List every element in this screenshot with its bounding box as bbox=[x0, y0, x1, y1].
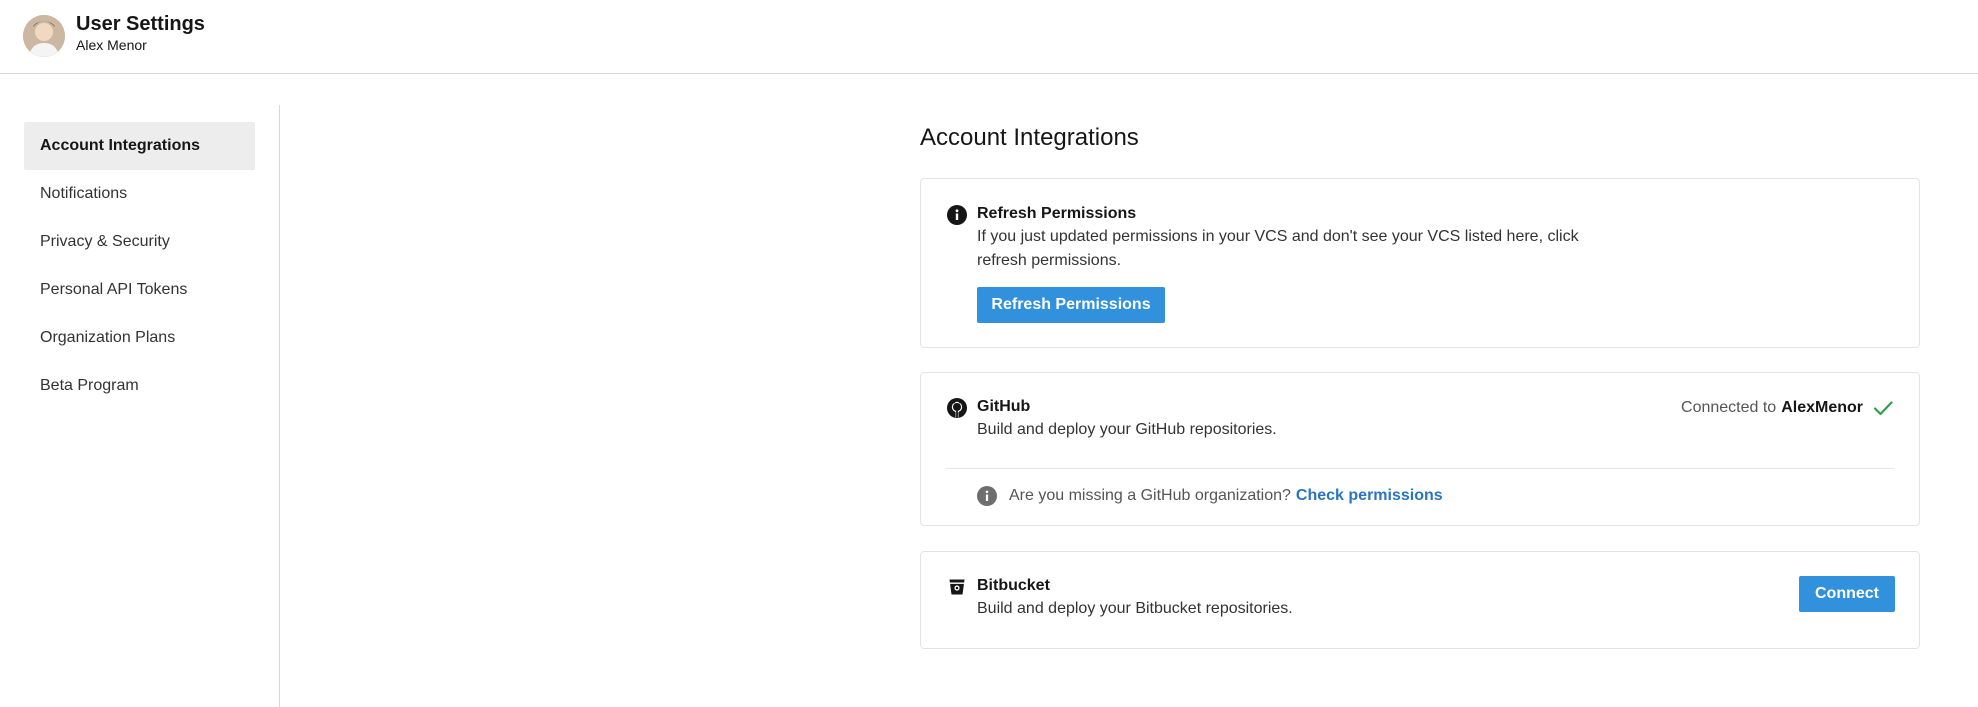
sidebar-item-organization-plans[interactable]: Organization Plans bbox=[24, 314, 255, 362]
refresh-permissions-button[interactable]: Refresh Permissions bbox=[977, 287, 1165, 323]
refresh-card-description: If you just updated permissions in your … bbox=[977, 228, 1579, 269]
username: Alex Menor bbox=[76, 37, 147, 53]
sidebar-item-notifications[interactable]: Notifications bbox=[24, 170, 255, 218]
info-icon bbox=[947, 205, 967, 225]
check-icon bbox=[1873, 398, 1893, 418]
page-title: User Settings bbox=[76, 13, 205, 35]
missing-org-row: Are you missing a GitHub organization? C… bbox=[977, 486, 1443, 506]
bitbucket-icon bbox=[947, 577, 967, 597]
missing-org-text: Are you missing a GitHub organization? bbox=[1009, 487, 1291, 504]
github-connection-status: Connected to AlexMenor bbox=[1681, 398, 1893, 418]
check-permissions-link[interactable]: Check permissions bbox=[1296, 487, 1443, 505]
section-title: Account Integrations bbox=[920, 124, 1139, 151]
connected-user: AlexMenor bbox=[1781, 399, 1863, 416]
sidebar-item-personal-api-tokens[interactable]: Personal API Tokens bbox=[24, 266, 255, 314]
connect-bitbucket-button[interactable]: Connect bbox=[1799, 576, 1895, 612]
top-header: User Settings Alex Menor bbox=[0, 0, 1978, 74]
bitbucket-card: Bitbucket Build and deploy your Bitbucke… bbox=[920, 551, 1920, 649]
github-card: GitHub Build and deploy your GitHub repo… bbox=[920, 372, 1920, 526]
avatar-image bbox=[23, 15, 65, 57]
info-icon bbox=[977, 486, 997, 506]
sidebar-item-privacy-security[interactable]: Privacy & Security bbox=[24, 218, 255, 266]
sidebar-item-account-integrations[interactable]: Account Integrations bbox=[24, 122, 255, 170]
sidebar-item-beta-program[interactable]: Beta Program bbox=[24, 362, 255, 410]
bitbucket-card-title: Bitbucket bbox=[977, 577, 1050, 594]
github-icon bbox=[947, 398, 967, 418]
github-card-description: Build and deploy your GitHub repositorie… bbox=[977, 421, 1277, 438]
sidebar-divider bbox=[279, 105, 280, 707]
connected-prefix: Connected to bbox=[1681, 399, 1777, 416]
refresh-card-title: Refresh Permissions bbox=[977, 205, 1137, 222]
refresh-permissions-card: Refresh Permissions If you just updated … bbox=[920, 178, 1920, 348]
card-divider bbox=[946, 468, 1894, 469]
bitbucket-card-description: Build and deploy your Bitbucket reposito… bbox=[977, 600, 1293, 617]
github-card-title: GitHub bbox=[977, 398, 1031, 415]
avatar[interactable] bbox=[23, 15, 65, 57]
